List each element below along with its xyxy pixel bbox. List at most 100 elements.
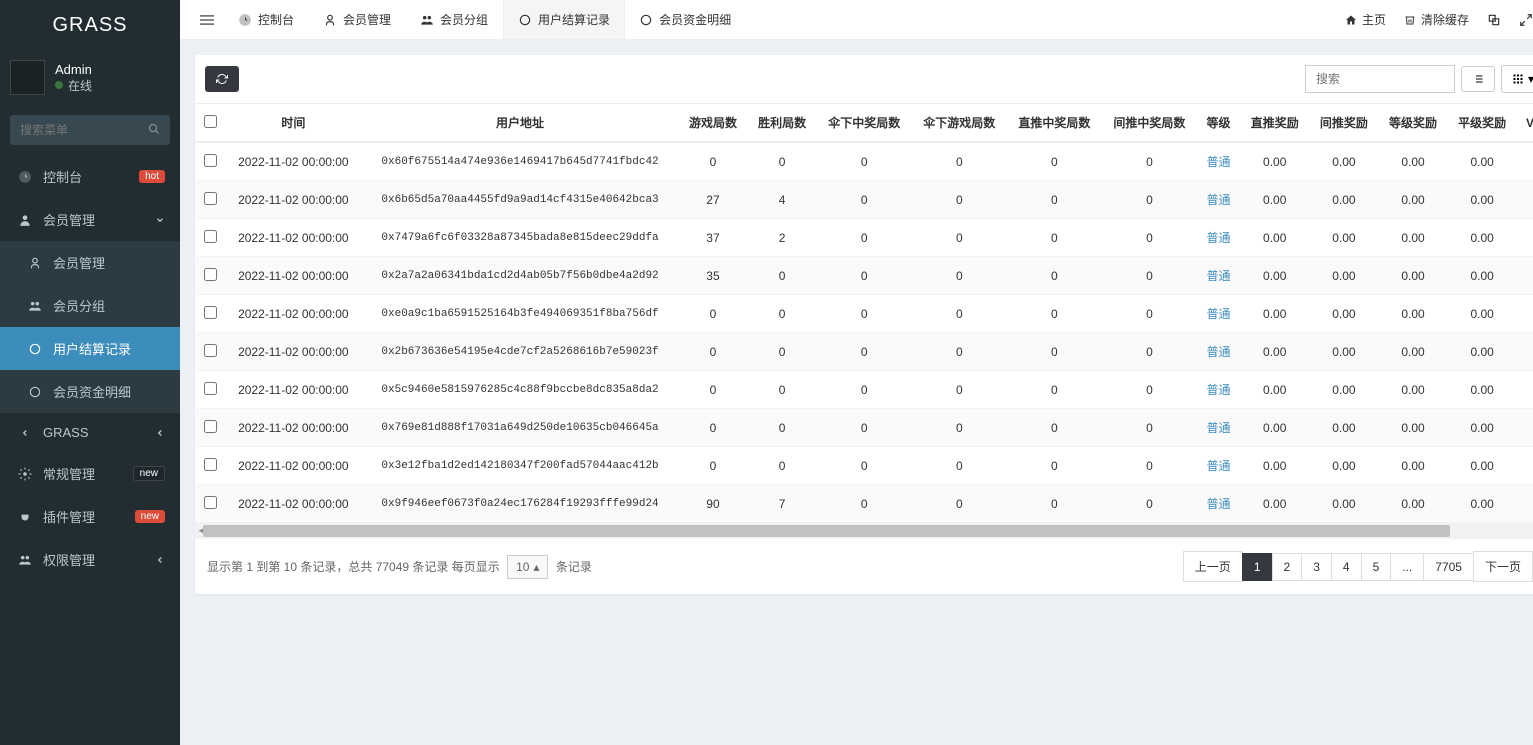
tab[interactable]: 会员分组 [406,0,503,39]
level-link[interactable]: 普通 [1207,231,1231,245]
column-header[interactable]: 直推奖励 [1240,104,1309,142]
level-link[interactable]: 普通 [1207,269,1231,283]
column-header[interactable]: 平级奖励 [1448,104,1517,142]
cell-games: 90 [678,485,747,523]
nav-icon [15,428,35,438]
nav-item[interactable]: 插件管理new [0,495,180,538]
level-link[interactable]: 普通 [1207,383,1231,397]
nav-icon [25,256,45,270]
cell-level: 普通 [1197,181,1240,219]
level-link[interactable]: 普通 [1207,307,1231,321]
row-checkbox[interactable] [204,420,217,433]
level-link[interactable]: 普通 [1207,155,1231,169]
refresh-button[interactable] [205,66,239,92]
cell-dreward: 0.00 [1240,219,1309,257]
home-link[interactable]: 主页 [1345,11,1386,28]
column-header[interactable]: 时间 [225,104,362,142]
row-checkbox[interactable] [204,192,217,205]
user-avatar[interactable] [10,60,45,95]
column-header[interactable]: 等级 [1197,104,1240,142]
level-link[interactable]: 普通 [1207,459,1231,473]
horizontal-scrollbar[interactable] [195,523,1533,539]
per-page-select[interactable]: 10▴ [507,555,548,579]
chevron-icon [155,555,165,565]
clear-cache-link[interactable]: 清除缓存 [1404,11,1469,28]
brand-logo[interactable]: GRASS [0,0,180,50]
nav-item[interactable]: 常规管理new [0,452,180,495]
cell-ugames: 0 [912,295,1007,333]
search-icon[interactable] [148,123,160,135]
column-header[interactable]: 胜利局数 [748,104,817,142]
row-checkbox[interactable] [204,344,217,357]
next-page[interactable]: 下一页 [1473,551,1533,582]
row-checkbox[interactable] [204,382,217,395]
columns-button[interactable] [1461,66,1495,92]
prev-page[interactable]: 上一页 [1183,551,1243,582]
page-number[interactable]: 4 [1331,553,1362,581]
row-checkbox[interactable] [204,268,217,281]
row-checkbox[interactable] [204,230,217,243]
cell-address: 0x9f946eef0673f0a24ec176284f19293fffe99d… [362,485,679,523]
column-header[interactable]: 间推奖励 [1309,104,1378,142]
nav-item[interactable]: GRASS [0,413,180,452]
level-link[interactable]: 普通 [1207,497,1231,511]
cell-dwins: 0 [1007,142,1102,181]
tab[interactable]: 用户结算记录 [503,0,625,39]
nav-item[interactable]: 会员分组 [0,284,180,327]
menu-toggle-icon[interactable] [190,13,224,27]
list-icon [1472,73,1484,85]
row-checkbox[interactable] [204,306,217,319]
page-number[interactable]: 3 [1301,553,1332,581]
tab[interactable]: 控制台 [224,0,309,39]
fullscreen-icon[interactable] [1519,13,1533,27]
column-header[interactable]: 伞下游戏局数 [912,104,1007,142]
grid-button[interactable]: ▾ [1501,65,1533,93]
column-header[interactable]: 等级奖励 [1378,104,1447,142]
cell-games: 27 [678,181,747,219]
cell-v5 [1517,409,1533,447]
nav-item[interactable]: 用户结算记录 [0,327,180,370]
cell-wins: 4 [748,181,817,219]
scrollbar-thumb[interactable] [203,525,1450,537]
panel: ▾ ▾ 时间用户地址游戏局数胜利局数伞下中奖局数伞下游戏局数直推中奖局数间推中奖… [195,55,1533,594]
nav-item[interactable]: 会员管理 [0,198,180,241]
column-header[interactable]: 伞下中奖局数 [817,104,912,142]
cell-ireward: 0.00 [1309,485,1378,523]
page-number[interactable]: 5 [1361,553,1392,581]
cell-address: 0x3e12fba1d2ed142180347f200fad57044aac41… [362,447,679,485]
column-header[interactable]: 用户地址 [362,104,679,142]
page-number[interactable]: 7705 [1423,553,1474,581]
table-search-input[interactable] [1305,65,1455,93]
nav-item[interactable]: 会员资金明细 [0,370,180,413]
tab[interactable]: 会员管理 [309,0,406,39]
nav-item[interactable]: 会员管理 [0,241,180,284]
sidebar-search-input[interactable] [10,115,170,145]
nav-item[interactable]: 权限管理 [0,538,180,581]
nav-label: 会员资金明细 [53,382,131,401]
cell-uwins: 0 [817,447,912,485]
nav-item[interactable]: 控制台hot [0,155,180,198]
nav-icon [15,553,35,567]
page-number[interactable]: 1 [1242,553,1273,581]
select-all-checkbox[interactable] [204,115,217,128]
table-row: 2022-11-02 00:00:00 0x6b65d5a70aa4455fd9… [195,181,1533,219]
level-link[interactable]: 普通 [1207,421,1231,435]
tab-icon [420,13,434,27]
page-number[interactable]: 2 [1272,553,1303,581]
table-row: 2022-11-02 00:00:00 0x9f946eef0673f0a24e… [195,485,1533,523]
row-checkbox[interactable] [204,154,217,167]
level-link[interactable]: 普通 [1207,345,1231,359]
tab[interactable]: 会员资金明细 [625,0,746,39]
row-checkbox[interactable] [204,496,217,509]
cell-dreward: 0.00 [1240,257,1309,295]
cell-ireward: 0.00 [1309,257,1378,295]
cell-uwins: 0 [817,371,912,409]
language-icon[interactable] [1487,13,1501,27]
column-header[interactable]: 间推中奖局数 [1102,104,1197,142]
row-checkbox[interactable] [204,458,217,471]
column-header[interactable]: 直推中奖局数 [1007,104,1102,142]
column-header[interactable]: 游戏局数 [678,104,747,142]
column-header[interactable]: V5 [1517,104,1533,142]
cell-level: 普通 [1197,257,1240,295]
level-link[interactable]: 普通 [1207,193,1231,207]
